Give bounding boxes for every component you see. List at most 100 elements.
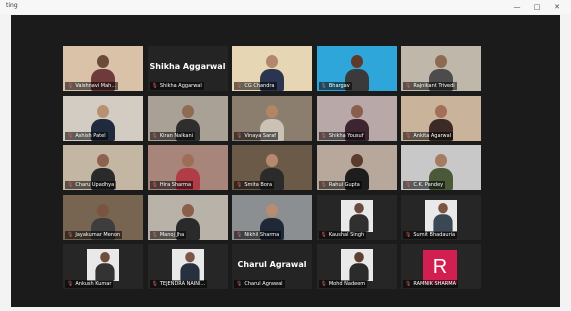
participant-tile[interactable]: 🎙 Manoj Jha: [147, 194, 228, 240]
participant-name: Shikha Aggarwal: [159, 83, 202, 89]
participant-tile[interactable]: 🎙 Kiran Nalkani: [147, 95, 228, 141]
participant-head: [438, 202, 448, 213]
participant-name-label: 🎙 Charul Agrawal: [234, 280, 285, 288]
muted-mic-icon: 🎙: [67, 132, 74, 139]
muted-mic-icon: 🎙: [405, 83, 412, 89]
participant-tile[interactable]: 🎙 TEJENDRA NAINI...: [147, 244, 228, 289]
muted-mic-icon: 🎙: [320, 281, 327, 287]
participant-tile[interactable]: 🎙 Bhargav: [316, 46, 397, 91]
participant-tile[interactable]: 🎙 Ankita Agarwal: [401, 95, 481, 141]
participant-name: Jayakumar Menon: [75, 231, 121, 238]
participant-body: [348, 213, 369, 232]
participant-name-label: 🎙 Shikha Aggarwal: [149, 82, 204, 90]
participant-name-label: 🎙 Charu Upadhya: [65, 181, 117, 189]
participant-name: RAMNIK SHARMA: [413, 281, 457, 287]
participant-name: Smita Bora: [244, 182, 273, 188]
muted-mic-icon: 🎙: [320, 182, 327, 188]
meeting-window: ting — □ ✕ 🎙 Vaishnavi Mah... Shikha Aggar…: [0, 0, 571, 311]
participant-head: [350, 104, 363, 118]
participant-name: Vaishnavi Mah...: [75, 83, 117, 89]
participant-name-label: 🎙 Jayakumar Menon: [65, 230, 123, 239]
participant-body: [179, 263, 200, 281]
participant-head: [266, 203, 278, 217]
participant-name-label: 🎙 Mohd Nadeem: [318, 280, 368, 288]
participant-name-label: 🎙 Smita Bora: [234, 181, 275, 189]
participant-tile[interactable]: 🎙 C.K. Pandey: [401, 145, 481, 190]
muted-mic-icon: 🎙: [67, 281, 74, 287]
participant-tile[interactable]: Shikha Aggarwal 🎙 Shikha Aggarwal: [147, 46, 228, 91]
participant-name: Rajnikant Trivedi: [413, 83, 455, 89]
participant-head: [181, 104, 194, 118]
participant-name: Ashish Patel: [75, 132, 106, 139]
participant-head: [435, 55, 447, 68]
close-button[interactable]: ✕: [547, 1, 567, 13]
participant-tile[interactable]: 🎙 Shikha Yousuf: [316, 95, 397, 141]
participant-name: Rahul Gupta: [328, 182, 360, 188]
participant-name-label: 🎙 Vinaya Saraf: [234, 131, 279, 140]
participant-tile[interactable]: 🎙 Sumit Bhadauria: [401, 194, 481, 240]
participant-head: [266, 104, 278, 118]
participant-name: Ankush Kumar: [75, 281, 112, 287]
participant-name-label: 🎙 Manoj Jha: [149, 230, 187, 239]
participant-tile[interactable]: 🎙 Kaushal Singh: [316, 194, 397, 240]
participant-name: TEJENDRA NAINI...: [159, 281, 206, 287]
participant-tile[interactable]: 🎙 Jayakumar Menon: [63, 194, 143, 240]
participant-head: [181, 154, 194, 167]
participant-name: Bhargav: [328, 83, 350, 89]
participant-name-label: 🎙 CG Chandra: [234, 82, 277, 90]
participant-head: [266, 55, 278, 68]
participant-figure: [179, 252, 200, 281]
participant-tile[interactable]: 🎙 Smita Bora: [232, 145, 312, 190]
participant-name-label: 🎙 Sumit Bhadauria: [403, 230, 458, 239]
participant-tile[interactable]: 🎙 Vaishnavi Mah...: [63, 46, 143, 91]
participant-tile[interactable]: 🎙 Vinaya Saraf: [232, 95, 312, 141]
participant-name-label: 🎙 Kiran Nalkani: [149, 131, 196, 140]
participant-name: Vinaya Saraf: [244, 132, 277, 139]
participant-name: C.K. Pandey: [413, 182, 444, 188]
participant-tile[interactable]: 🎙 Ankush Kumar: [63, 244, 143, 289]
participant-name: Nikhil Sharma: [244, 231, 280, 238]
participant-head: [181, 203, 194, 217]
avatar: R: [423, 250, 457, 284]
participant-head: [350, 154, 363, 167]
participant-head: [266, 154, 278, 167]
muted-mic-icon: 🎙: [67, 231, 74, 238]
participant-name-label: 🎙 Vaishnavi Mah...: [65, 82, 119, 90]
participant-name-label: 🎙 Ankush Kumar: [65, 280, 114, 288]
participant-name: Ankita Agarwal: [413, 132, 452, 139]
participant-tile[interactable]: R 🎙 RAMNIK SHARMA: [401, 244, 481, 289]
participant-name: Sumit Bhadauria: [413, 231, 456, 238]
minimize-button[interactable]: —: [507, 1, 527, 13]
participant-name-label: 🎙 RAMNIK SHARMA: [403, 280, 459, 288]
participant-name-label: 🎙 Rahul Gupta: [318, 181, 362, 189]
muted-mic-icon: 🎙: [405, 231, 412, 238]
participant-tile[interactable]: Charul Agrawal 🎙 Charul Agrawal: [232, 244, 312, 289]
participant-tile[interactable]: 🎙 Charu Upadhya: [63, 145, 143, 190]
participant-name-label: 🎙 Kaushal Singh: [318, 230, 367, 239]
participant-head: [97, 203, 109, 217]
participant-name: Hira Sharma: [159, 182, 192, 188]
participant-figure: [433, 202, 453, 232]
participant-tile[interactable]: 🎙 Rajnikant Trivedi: [401, 46, 481, 91]
muted-mic-icon: 🎙: [67, 83, 74, 89]
maximize-button[interactable]: □: [527, 1, 547, 13]
participant-head: [353, 252, 364, 263]
participant-figure: [348, 252, 369, 281]
muted-mic-icon: 🎙: [320, 231, 327, 238]
muted-mic-icon: 🎙: [151, 182, 158, 188]
participant-name-label: 🎙 Bhargav: [318, 82, 352, 90]
participant-tile[interactable]: 🎙 Hira Sharma: [147, 145, 228, 190]
participant-tile[interactable]: 🎙 Mohd Nadeem: [316, 244, 397, 289]
participant-name-display: Shikha Aggarwal: [149, 62, 226, 71]
muted-mic-icon: 🎙: [236, 231, 243, 238]
participant-name-display: Charul Agrawal: [237, 260, 307, 269]
participant-name: Mohd Nadeem: [328, 281, 366, 287]
participant-tile[interactable]: 🎙 Rahul Gupta: [316, 145, 397, 190]
muted-mic-icon: 🎙: [67, 182, 74, 188]
muted-mic-icon: 🎙: [320, 83, 327, 89]
participant-tile[interactable]: 🎙 Nikhil Sharma: [232, 194, 312, 240]
participant-name: Charul Agrawal: [244, 281, 283, 287]
participant-name-label: 🎙 C.K. Pandey: [403, 181, 446, 189]
participant-tile[interactable]: 🎙 Ashish Patel: [63, 95, 143, 141]
participant-tile[interactable]: 🎙 CG Chandra: [232, 46, 312, 91]
